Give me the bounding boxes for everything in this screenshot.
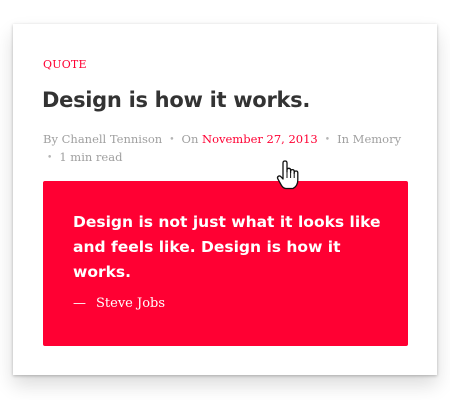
quote-author-name: Steve Jobs (96, 296, 166, 311)
meta-by-label: By (43, 132, 58, 146)
post-category-link[interactable]: QUOTE (43, 58, 87, 71)
meta-author-link[interactable]: Chanell Tennison (62, 132, 163, 146)
quote-dash: — (73, 296, 86, 311)
quote-attribution: — Steve Jobs (73, 296, 165, 311)
post-card: QUOTE Design is how it works. By Chanell… (13, 24, 437, 375)
meta-read-time: 1 min read (59, 150, 123, 164)
meta-date-link[interactable]: November 27, 2013 (202, 132, 318, 146)
meta-on-label: On (181, 132, 199, 146)
quote-block: Design is not just what it looks like an… (43, 181, 408, 346)
meta-separator: • (169, 135, 175, 145)
quote-text: Design is not just what it looks like an… (73, 213, 381, 281)
meta-separator: • (47, 153, 53, 163)
post-meta: By Chanell Tennison • On November 27, 2013… (43, 131, 408, 167)
post-title[interactable]: Design is how it works. (42, 88, 310, 112)
meta-in-label: In (337, 132, 350, 146)
meta-separator: • (324, 135, 331, 145)
meta-category-link[interactable]: Memory (353, 132, 401, 146)
